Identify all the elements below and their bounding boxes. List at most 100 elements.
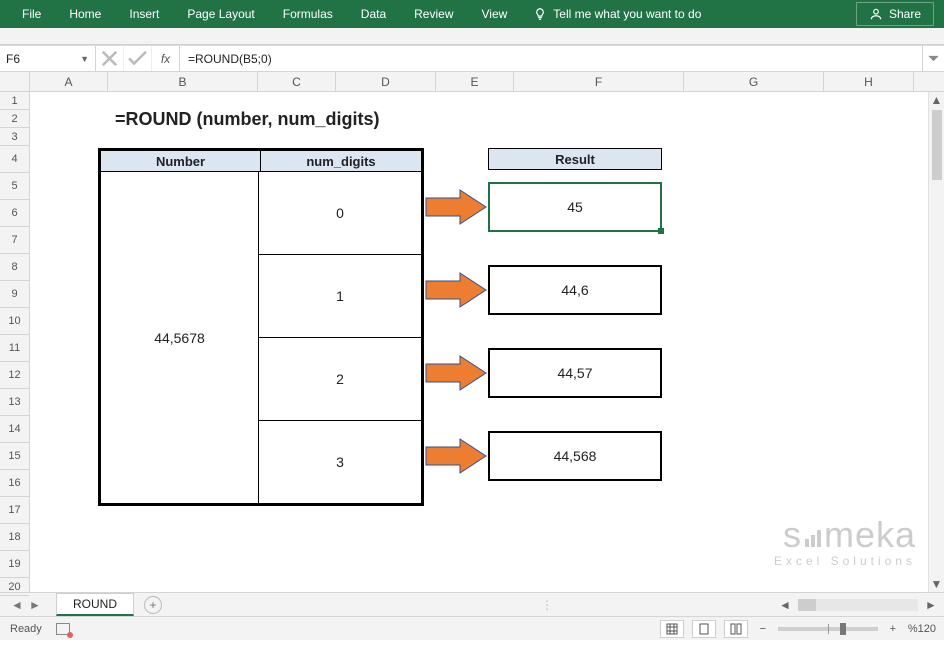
cell-result-0-selected[interactable]: 45 xyxy=(488,182,662,232)
sheet-tab-round[interactable]: ROUND xyxy=(56,593,134,616)
tab-prev-button[interactable]: ◄ xyxy=(8,598,26,612)
view-page-layout-button[interactable] xyxy=(692,620,716,638)
enter-formula-button[interactable] xyxy=(124,46,152,71)
cell-result-1[interactable]: 44,6 xyxy=(488,265,662,315)
cell-digits-3[interactable]: 3 xyxy=(259,421,422,504)
menu-data[interactable]: Data xyxy=(347,0,400,28)
select-all-corner[interactable] xyxy=(0,72,30,91)
column-headers: A B C D E F G H xyxy=(0,72,944,92)
fx-icon: fx xyxy=(161,52,170,66)
col-header-f[interactable]: F xyxy=(514,72,684,91)
cell-result-3[interactable]: 44,568 xyxy=(488,431,662,481)
row-header-4[interactable]: 4 xyxy=(0,146,29,173)
col-header-e[interactable]: E xyxy=(436,72,514,91)
new-sheet-button[interactable]: + xyxy=(144,596,162,614)
brand-post: meka xyxy=(824,514,916,555)
scroll-down-button[interactable]: ▼ xyxy=(929,576,944,592)
tab-next-button[interactable]: ► xyxy=(26,598,44,612)
horizontal-scrollbar[interactable]: ◄ ► xyxy=(553,598,944,612)
col-header-d[interactable]: D xyxy=(336,72,436,91)
row-header-3[interactable]: 3 xyxy=(0,128,29,146)
worksheet[interactable]: =ROUND (number, num_digits) Number num_d… xyxy=(30,92,944,592)
menu-formulas[interactable]: Formulas xyxy=(269,0,347,28)
header-number: Number xyxy=(100,150,261,172)
insert-function-button[interactable]: fx xyxy=(152,46,180,71)
row-header-8[interactable]: 8 xyxy=(0,254,29,281)
hscroll-right-button[interactable]: ► xyxy=(924,598,938,612)
zoom-handle[interactable] xyxy=(840,623,846,635)
row-header-18[interactable]: 18 xyxy=(0,524,29,551)
ribbon-spacer xyxy=(0,28,944,46)
grid: 1 2 3 4 5 6 7 8 9 10 11 12 13 14 15 16 1… xyxy=(0,92,944,592)
zoom-out-button[interactable]: − xyxy=(756,623,770,635)
cancel-formula-button[interactable] xyxy=(96,46,124,71)
row-header-15[interactable]: 15 xyxy=(0,443,29,470)
col-header-b[interactable]: B xyxy=(108,72,258,91)
col-header-g[interactable]: G xyxy=(684,72,824,91)
row-header-9[interactable]: 9 xyxy=(0,281,29,308)
ribbon: File Home Insert Page Layout Formulas Da… xyxy=(0,0,944,28)
row-header-17[interactable]: 17 xyxy=(0,497,29,524)
value-result-0: 45 xyxy=(567,199,583,215)
row-headers: 1 2 3 4 5 6 7 8 9 10 11 12 13 14 15 16 1… xyxy=(0,92,30,592)
formula-syntax-title: =ROUND (number, num_digits) xyxy=(115,109,380,130)
header-digits: num_digits xyxy=(261,150,422,172)
row-header-19[interactable]: 19 xyxy=(0,551,29,578)
hscroll-left-button[interactable]: ◄ xyxy=(778,598,792,612)
row-header-12[interactable]: 12 xyxy=(0,362,29,389)
page-break-icon xyxy=(730,623,742,635)
menu-view[interactable]: View xyxy=(468,0,522,28)
row-header-13[interactable]: 13 xyxy=(0,389,29,416)
cell-digits-1[interactable]: 1 xyxy=(259,255,422,338)
cell-number-value[interactable]: 44,5678 xyxy=(100,172,259,504)
scroll-thumb[interactable] xyxy=(932,110,942,180)
zoom-in-button[interactable]: + xyxy=(886,623,900,635)
view-page-break-button[interactable] xyxy=(724,620,748,638)
menu-home[interactable]: Home xyxy=(55,0,115,28)
share-button[interactable]: Share xyxy=(856,2,934,26)
macro-record-icon[interactable] xyxy=(56,623,70,635)
page-layout-icon xyxy=(698,623,710,635)
vertical-scrollbar[interactable]: ▲ ▼ xyxy=(928,92,944,592)
name-box[interactable]: F6 ▼ xyxy=(0,46,96,71)
cell-digits-2[interactable]: 2 xyxy=(259,338,422,421)
view-normal-button[interactable] xyxy=(660,620,684,638)
row-header-11[interactable]: 11 xyxy=(0,335,29,362)
row-header-20[interactable]: 20 xyxy=(0,578,29,596)
menu-page-layout[interactable]: Page Layout xyxy=(173,0,268,28)
col-header-a[interactable]: A xyxy=(30,72,108,91)
menu-review[interactable]: Review xyxy=(400,0,467,28)
ribbon-menu: File Home Insert Page Layout Formulas Da… xyxy=(8,0,856,28)
row-header-14[interactable]: 14 xyxy=(0,416,29,443)
arrow-icon xyxy=(424,186,488,228)
row-header-6[interactable]: 6 xyxy=(0,200,29,227)
menu-insert[interactable]: Insert xyxy=(115,0,173,28)
hscroll-thumb[interactable] xyxy=(798,599,816,611)
check-icon xyxy=(124,45,151,72)
row-header-7[interactable]: 7 xyxy=(0,227,29,254)
tell-me-label: Tell me what you want to do xyxy=(553,7,701,21)
fill-handle[interactable] xyxy=(658,228,664,234)
zoom-slider[interactable] xyxy=(778,627,878,631)
chevron-down-icon[interactable]: ▼ xyxy=(80,54,89,64)
cell-result-2[interactable]: 44,57 xyxy=(488,348,662,398)
menu-file[interactable]: File xyxy=(8,0,55,28)
row-header-16[interactable]: 16 xyxy=(0,470,29,497)
tell-me-search[interactable]: Tell me what you want to do xyxy=(521,0,713,28)
status-bar: Ready − + %120 xyxy=(0,616,944,640)
col-header-h[interactable]: H xyxy=(824,72,914,91)
hscroll-track[interactable] xyxy=(798,599,918,611)
tab-nav: ◄ ► xyxy=(8,598,44,612)
formula-value: =ROUND(B5;0) xyxy=(188,52,272,66)
zoom-level[interactable]: %120 xyxy=(908,623,936,635)
expand-formula-bar[interactable] xyxy=(922,46,944,71)
col-header-c[interactable]: C xyxy=(258,72,336,91)
row-header-1[interactable]: 1 xyxy=(0,92,29,110)
cell-digits-0[interactable]: 0 xyxy=(259,172,422,255)
scroll-up-button[interactable]: ▲ xyxy=(929,92,944,108)
row-header-5[interactable]: 5 xyxy=(0,173,29,200)
row-header-2[interactable]: 2 xyxy=(0,110,29,128)
x-icon xyxy=(96,45,123,72)
formula-input[interactable]: =ROUND(B5;0) xyxy=(180,46,922,71)
row-header-10[interactable]: 10 xyxy=(0,308,29,335)
